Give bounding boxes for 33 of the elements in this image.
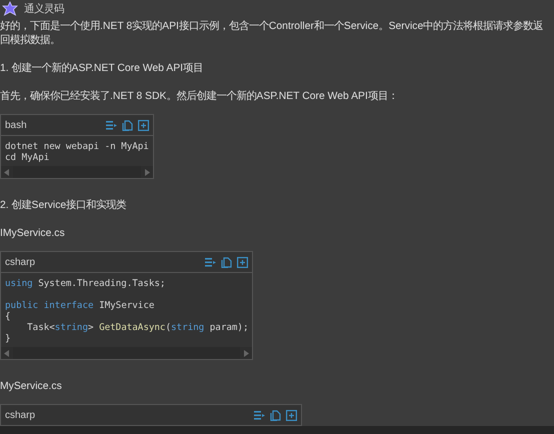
paragraph: 2. 创建Service接口和实现类 — [0, 199, 128, 213]
plus-square-icon[interactable] — [286, 410, 297, 420]
paragraph: 好的，下面是一个使用.NET 8实现的API接口示例，包含一个Controller和一个Service。Service中的方法将根据请求参数返回模拟数据。 — [0, 20, 544, 48]
lines-icon[interactable] — [205, 256, 216, 268]
code-line: cd MyApi — [5, 152, 50, 163]
copy-icon[interactable] — [221, 256, 232, 268]
code-line: public interface IMyService — [5, 300, 154, 311]
plus-square-icon[interactable] — [237, 256, 248, 268]
code-language: bash — [5, 120, 27, 130]
paragraph: IMyService.cs — [0, 227, 66, 241]
paragraph: 1. 创建一个新的ASP.NET Core Web API项目 — [0, 62, 204, 76]
scrollbar[interactable] — [1, 347, 252, 359]
scrollbar[interactable] — [1, 166, 153, 178]
scroll-left-icon[interactable] — [4, 350, 9, 356]
code-line: dotnet new webapi -n MyApi — [5, 141, 149, 152]
code-line: { — [5, 311, 11, 322]
scroll-left-icon[interactable] — [4, 168, 9, 176]
lines-icon[interactable] — [106, 120, 117, 130]
scroll-right-icon[interactable] — [144, 168, 150, 176]
code-line: Task<string> GetDataAsync(string param); — [26, 322, 248, 333]
code-line: using System.Threading.Tasks; — [5, 278, 166, 289]
assistant-name: 通义灵码 — [24, 2, 64, 16]
paragraph: 首先，确保你已经安装了.NET 8 SDK。然后创建一个新的ASP.NET Core Web API项目： — [0, 90, 399, 104]
code-language: csharp — [5, 256, 36, 268]
code-line: } — [5, 333, 11, 344]
copy-icon[interactable] — [270, 410, 281, 420]
scroll-right-icon[interactable] — [244, 350, 250, 356]
paragraph: MyService.cs — [0, 380, 63, 394]
plus-square-icon[interactable] — [138, 120, 149, 130]
code-language: csharp — [5, 410, 36, 420]
logo-icon — [2, 1, 18, 17]
copy-icon[interactable] — [122, 120, 133, 130]
lines-icon[interactable] — [254, 410, 265, 420]
